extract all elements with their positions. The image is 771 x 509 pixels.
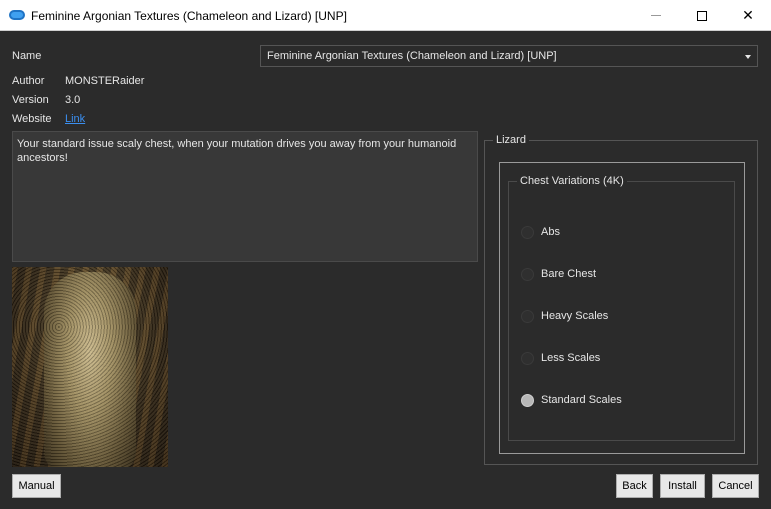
option-label: Less Scales xyxy=(541,352,601,364)
option-bare-chest[interactable]: Bare Chest xyxy=(521,266,596,282)
maximize-button[interactable] xyxy=(679,0,725,31)
author-value: MONSTERaider xyxy=(65,75,145,87)
version-label: Version xyxy=(12,94,49,106)
title-bar: Feminine Argonian Textures (Chameleon an… xyxy=(0,0,771,31)
cancel-button[interactable]: Cancel xyxy=(712,474,759,498)
preview-image xyxy=(12,267,168,467)
maximize-icon xyxy=(697,10,707,21)
option-abs[interactable]: Abs xyxy=(521,224,560,240)
minimize-icon xyxy=(651,15,661,16)
option-standard-scales[interactable]: Standard Scales xyxy=(521,392,622,408)
option-heavy-scales[interactable]: Heavy Scales xyxy=(521,308,608,324)
window-title: Feminine Argonian Textures (Chameleon an… xyxy=(31,9,347,23)
name-dropdown[interactable]: Feminine Argonian Textures (Chameleon an… xyxy=(260,45,758,67)
close-icon: ✕ xyxy=(742,7,754,23)
radio-button-selected[interactable] xyxy=(521,393,534,407)
option-label: Heavy Scales xyxy=(541,310,609,322)
website-label: Website xyxy=(12,113,52,125)
author-label: Author xyxy=(12,75,45,87)
chevron-down-icon xyxy=(745,55,751,59)
radio-button[interactable] xyxy=(521,225,534,239)
description-box[interactable]: Your standard issue scaly chest, when yo… xyxy=(12,131,478,262)
option-label: Abs xyxy=(541,226,560,238)
manual-button[interactable]: Manual xyxy=(12,474,61,498)
app-icon xyxy=(9,10,25,20)
radio-button[interactable] xyxy=(521,309,534,323)
chest-variations-title: Chest Variations (4K) xyxy=(517,175,627,187)
close-button[interactable]: ✕ xyxy=(725,0,771,31)
radio-button[interactable] xyxy=(521,267,534,281)
minimize-button[interactable] xyxy=(633,0,679,31)
name-label: Name xyxy=(12,50,42,62)
back-button[interactable]: Back xyxy=(616,474,653,498)
radio-button[interactable] xyxy=(521,351,534,365)
name-dropdown-value: Feminine Argonian Textures (Chameleon an… xyxy=(267,50,557,62)
website-link[interactable]: Link xyxy=(65,113,85,125)
option-less-scales[interactable]: Less Scales xyxy=(521,350,600,366)
version-value: 3.0 xyxy=(65,94,81,106)
lizard-group-title: Lizard xyxy=(493,134,529,146)
option-label: Bare Chest xyxy=(541,268,597,280)
install-button[interactable]: Install xyxy=(660,474,705,498)
option-label: Standard Scales xyxy=(541,394,622,406)
